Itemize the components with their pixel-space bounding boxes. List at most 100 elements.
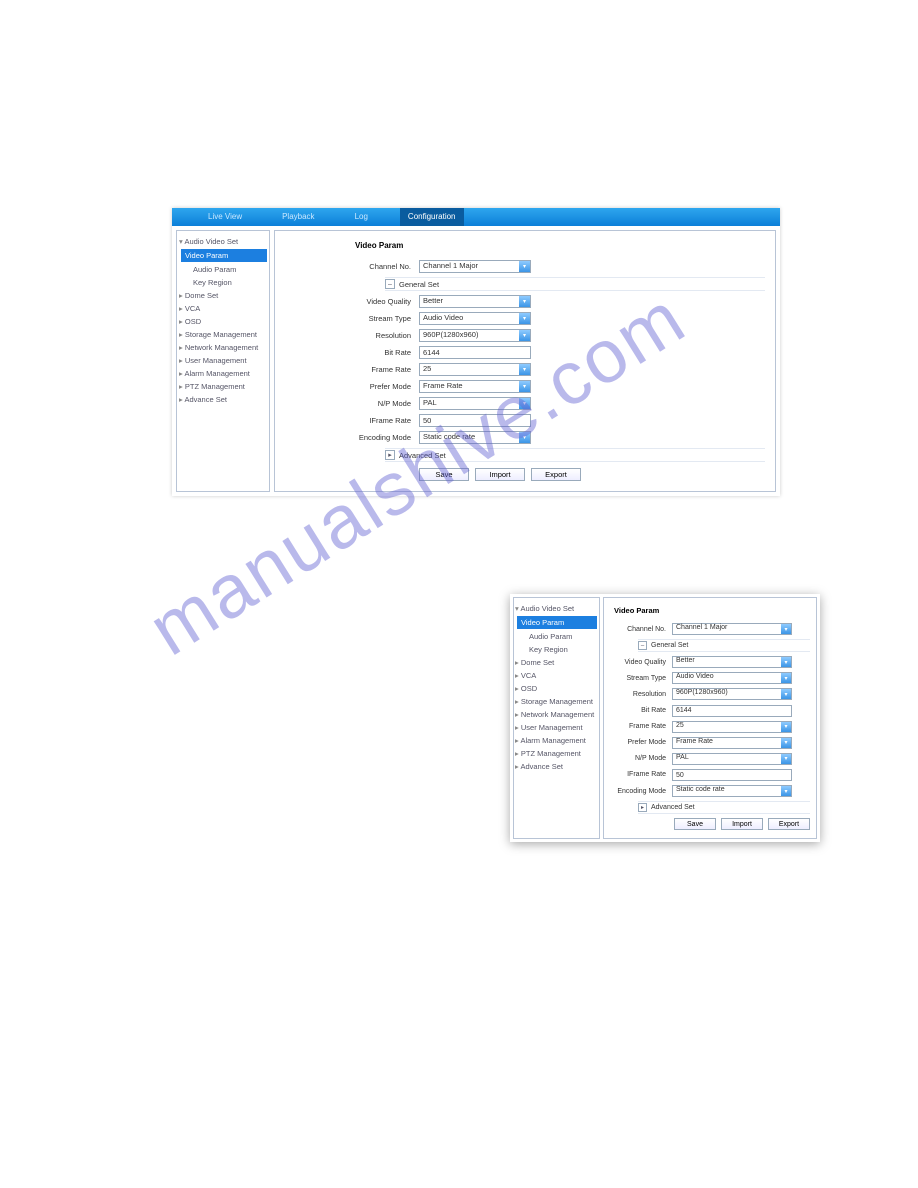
sidebar-item-network-management[interactable]: Network Management <box>179 341 269 354</box>
general-set-section[interactable]: – General Set <box>638 639 810 652</box>
main-panel-inset: Video Param Channel No. Channel 1 Major … <box>603 597 817 839</box>
sidebar-item-advance-set[interactable]: Advance Set <box>515 760 599 773</box>
stream-type-select[interactable]: Audio Video ▾ <box>672 672 792 684</box>
tab-configuration[interactable]: Configuration <box>400 208 464 226</box>
resolution-select[interactable]: 960P(1280x960) ▾ <box>672 688 792 700</box>
frame-rate-label: Frame Rate <box>610 723 672 730</box>
sidebar-nav-inset: Audio Video Set Video Param Audio Param … <box>513 597 600 839</box>
channel-no-label: Channel No. <box>285 262 419 271</box>
frame-rate-select[interactable]: 25 ▾ <box>419 363 531 376</box>
bit-rate-input[interactable] <box>672 704 792 717</box>
iframe-rate-input[interactable] <box>672 769 792 782</box>
chevron-down-icon: ▾ <box>781 673 791 683</box>
chevron-down-icon: ▾ <box>781 689 791 699</box>
export-button[interactable]: Export <box>768 818 810 830</box>
chevron-down-icon: ▾ <box>781 786 791 796</box>
general-set-section[interactable]: – General Set <box>385 277 765 291</box>
stream-type-select[interactable]: Audio Video ▾ <box>419 312 531 325</box>
chevron-down-icon: ▾ <box>519 432 530 443</box>
sidebar-item-user-management[interactable]: User Management <box>179 354 269 367</box>
bit-rate-label: Bit Rate <box>610 707 672 714</box>
config-window-inset: Audio Video Set Video Param Audio Param … <box>510 594 820 842</box>
sidebar-item-audio-video-set[interactable]: Audio Video Set <box>515 602 599 615</box>
sidebar-item-ptz-management[interactable]: PTZ Management <box>179 380 269 393</box>
iframe-rate-label: IFrame Rate <box>610 771 672 778</box>
panel-title: Video Param <box>285 241 765 250</box>
channel-no-select[interactable]: Channel 1 Major ▾ <box>672 623 792 635</box>
resolution-select[interactable]: 960P(1280x960) ▾ <box>419 329 531 342</box>
sidebar-item-dome-set[interactable]: Dome Set <box>515 656 599 669</box>
sidebar-item-vca[interactable]: VCA <box>515 669 599 682</box>
bit-rate-input[interactable] <box>419 346 531 359</box>
chevron-down-icon: ▾ <box>519 364 530 375</box>
sidebar-item-storage-management[interactable]: Storage Management <box>515 695 599 708</box>
chevron-down-icon: ▾ <box>519 381 530 392</box>
sidebar-item-video-param[interactable]: Video Param <box>181 249 267 262</box>
channel-no-label: Channel No. <box>610 626 672 633</box>
collapse-toggle-icon[interactable]: – <box>385 279 395 289</box>
advanced-set-section[interactable]: ▸ Advanced Set <box>638 801 810 814</box>
sidebar-item-network-management[interactable]: Network Management <box>515 708 599 721</box>
chevron-down-icon: ▾ <box>781 754 791 764</box>
sidebar-item-video-param[interactable]: Video Param <box>517 616 597 629</box>
sidebar-item-audio-param[interactable]: Audio Param <box>515 630 599 643</box>
chevron-down-icon: ▾ <box>519 296 530 307</box>
chevron-down-icon: ▾ <box>781 722 791 732</box>
sidebar-item-alarm-management[interactable]: Alarm Management <box>515 734 599 747</box>
sidebar-item-dome-set[interactable]: Dome Set <box>179 289 269 302</box>
export-button[interactable]: Export <box>531 468 581 481</box>
sidebar-nav: Audio Video Set Video Param Audio Param … <box>176 230 270 492</box>
iframe-rate-input[interactable] <box>419 414 531 427</box>
config-window-large: Live View Playback Log Configuration Aud… <box>172 208 780 496</box>
stream-type-label: Stream Type <box>285 314 419 323</box>
np-mode-label: N/P Mode <box>610 755 672 762</box>
sidebar-item-key-region[interactable]: Key Region <box>515 643 599 656</box>
video-quality-select[interactable]: Better ▾ <box>672 656 792 668</box>
prefer-mode-select[interactable]: Frame Rate ▾ <box>419 380 531 393</box>
resolution-label: Resolution <box>285 331 419 340</box>
sidebar-item-key-region[interactable]: Key Region <box>179 276 269 289</box>
save-button[interactable]: Save <box>419 468 469 481</box>
encoding-mode-select[interactable]: Static code rate ▾ <box>419 431 531 444</box>
chevron-down-icon: ▾ <box>519 261 530 272</box>
sidebar-item-osd[interactable]: OSD <box>515 682 599 695</box>
frame-rate-select[interactable]: 25 ▾ <box>672 721 792 733</box>
bit-rate-label: Bit Rate <box>285 348 419 357</box>
np-mode-select[interactable]: PAL ▾ <box>419 397 531 410</box>
resolution-label: Resolution <box>610 691 672 698</box>
video-quality-label: Video Quality <box>610 659 672 666</box>
import-button[interactable]: Import <box>721 818 763 830</box>
chevron-down-icon: ▾ <box>781 738 791 748</box>
stream-type-label: Stream Type <box>610 675 672 682</box>
main-panel: Video Param Channel No. Channel 1 Major … <box>274 230 776 492</box>
channel-no-select[interactable]: Channel 1 Major ▾ <box>419 260 531 273</box>
encoding-mode-label: Encoding Mode <box>610 788 672 795</box>
sidebar-item-audio-video-set[interactable]: Audio Video Set <box>179 235 269 248</box>
video-quality-select[interactable]: Better ▾ <box>419 295 531 308</box>
chevron-down-icon: ▾ <box>781 624 791 634</box>
sidebar-item-alarm-management[interactable]: Alarm Management <box>179 367 269 380</box>
collapse-toggle-icon[interactable]: – <box>638 641 647 650</box>
sidebar-item-advance-set[interactable]: Advance Set <box>179 393 269 406</box>
advanced-set-section[interactable]: ▸ Advanced Set <box>385 448 765 462</box>
prefer-mode-select[interactable]: Frame Rate ▾ <box>672 737 792 749</box>
sidebar-item-vca[interactable]: VCA <box>179 302 269 315</box>
sidebar-item-storage-management[interactable]: Storage Management <box>179 328 269 341</box>
import-button[interactable]: Import <box>475 468 525 481</box>
sidebar-item-osd[interactable]: OSD <box>179 315 269 328</box>
save-button[interactable]: Save <box>674 818 716 830</box>
encoding-mode-select[interactable]: Static code rate ▾ <box>672 785 792 797</box>
encoding-mode-label: Encoding Mode <box>285 433 419 442</box>
np-mode-select[interactable]: PAL ▾ <box>672 753 792 765</box>
sidebar-item-ptz-management[interactable]: PTZ Management <box>515 747 599 760</box>
chevron-down-icon: ▾ <box>519 398 530 409</box>
tab-playback[interactable]: Playback <box>274 208 322 226</box>
prefer-mode-label: Prefer Mode <box>285 382 419 391</box>
expand-toggle-icon[interactable]: ▸ <box>385 450 395 460</box>
chevron-down-icon: ▾ <box>519 330 530 341</box>
expand-toggle-icon[interactable]: ▸ <box>638 803 647 812</box>
sidebar-item-user-management[interactable]: User Management <box>515 721 599 734</box>
sidebar-item-audio-param[interactable]: Audio Param <box>179 263 269 276</box>
tab-log[interactable]: Log <box>347 208 376 226</box>
tab-live-view[interactable]: Live View <box>200 208 250 226</box>
